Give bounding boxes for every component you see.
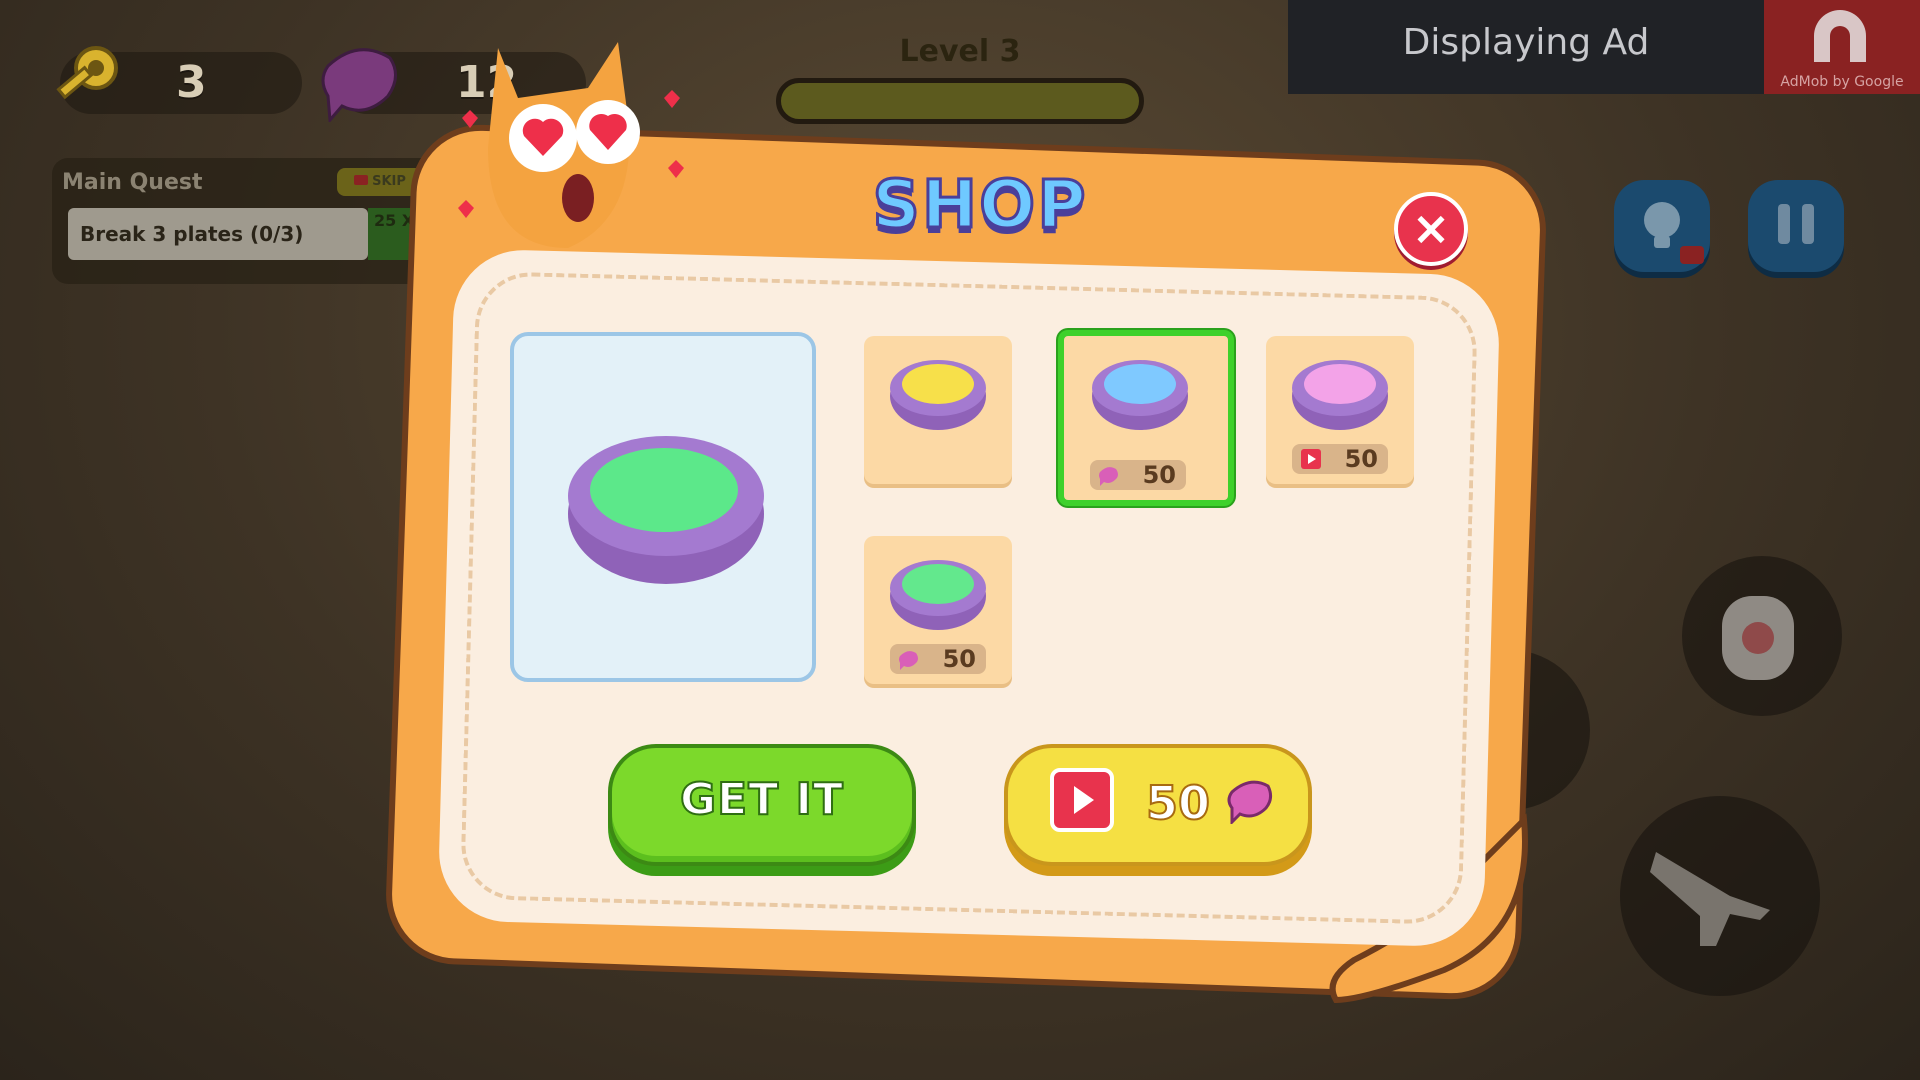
quest-title: Main Quest	[62, 170, 203, 195]
quest-task: Break 3 plates (0/3)	[68, 208, 368, 260]
ad-banner[interactable]: Displaying Ad AdMob by Google	[1288, 0, 1920, 94]
item-preview	[510, 332, 816, 682]
main-quest-panel: Main Quest SKIP Break 3 plates (0/3) 25 …	[52, 158, 444, 284]
push-paw-button[interactable]	[1620, 796, 1820, 996]
level-progress-bar	[776, 78, 1144, 124]
quest-skip-label: SKIP	[372, 174, 406, 189]
video-icon	[354, 175, 369, 185]
keys-count: 3	[176, 57, 207, 108]
hint-button[interactable]	[1614, 180, 1710, 272]
cat-leg-icon	[1650, 852, 1770, 946]
item-price-value: 50	[1344, 445, 1378, 473]
item-price: 50	[890, 644, 986, 674]
key-icon	[56, 46, 118, 100]
pet-bowl-icon	[890, 560, 986, 630]
watch-ad-button[interactable]: 50	[1004, 744, 1312, 866]
pet-bowl-icon	[890, 360, 986, 430]
shop-title: SHOP	[871, 165, 1088, 245]
admob-logo: AdMob by Google	[1764, 0, 1920, 94]
item-price-value: 50	[1142, 461, 1176, 489]
video-ad-icon	[1301, 449, 1321, 469]
fish-currency-icon	[1099, 467, 1118, 486]
video-ad-icon	[1050, 768, 1114, 832]
cat-mascot	[458, 42, 684, 248]
shop-item[interactable]: 50	[864, 536, 1012, 684]
shop-item[interactable]	[864, 336, 1012, 484]
item-price-value: 50	[942, 645, 976, 673]
paw-button[interactable]	[1682, 556, 1842, 716]
watch-ad-price: 50	[1145, 775, 1211, 831]
fish-currency-icon	[899, 651, 918, 670]
shop-item[interactable]: 50	[1058, 330, 1234, 506]
pause-icon	[1778, 204, 1814, 244]
item-price: 50	[1090, 460, 1186, 490]
fish-currency-icon	[1227, 780, 1273, 824]
shop-item[interactable]: 50	[1266, 336, 1414, 484]
pet-bowl-preview	[568, 436, 764, 584]
level-title: Level 3	[899, 34, 1021, 69]
admob-brand: AdMob by Google	[1780, 74, 1904, 90]
lightbulb-icon	[1644, 202, 1704, 264]
close-button[interactable]: ×	[1394, 192, 1468, 266]
get-it-button[interactable]: GET IT	[608, 744, 916, 866]
fish-currency-icon	[321, 48, 397, 122]
quest-task-text: Break 3 plates (0/3)	[80, 222, 304, 246]
ad-banner-text: Displaying Ad	[1402, 22, 1650, 63]
admob-icon	[1814, 10, 1866, 62]
item-price: 50	[1292, 444, 1388, 474]
paw-icon	[1722, 596, 1794, 680]
pet-bowl-icon	[1292, 360, 1388, 430]
pet-bowl-icon	[1092, 360, 1188, 430]
pause-button[interactable]	[1748, 180, 1844, 272]
